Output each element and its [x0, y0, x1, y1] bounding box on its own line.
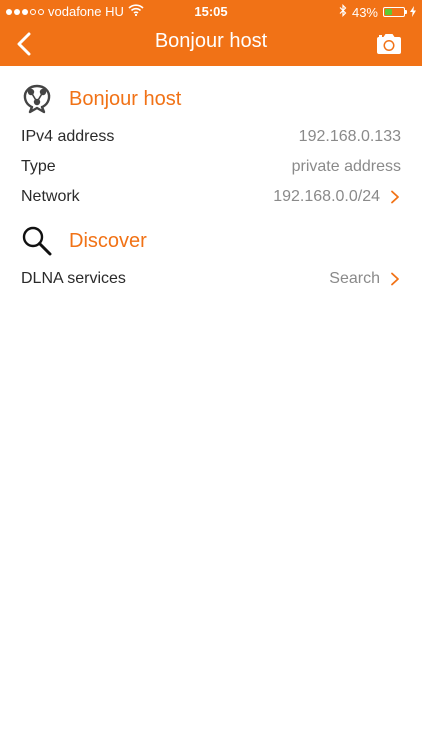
chevron-left-icon: [17, 32, 31, 56]
camera-icon: [377, 34, 401, 54]
battery-fill: [385, 9, 392, 15]
row-label: Type: [21, 158, 56, 175]
back-button[interactable]: [10, 30, 38, 58]
row-label: DLNA services: [21, 270, 126, 287]
top-bar: vodafone HU 15:05 43% Bonjour host: [0, 0, 422, 66]
status-bar: vodafone HU 15:05 43%: [0, 0, 422, 22]
section-header-bonjour: Bonjour host: [0, 76, 422, 122]
row-label: Network: [21, 188, 80, 205]
battery-icon: [383, 7, 407, 17]
row-value: private address: [291, 158, 401, 175]
bluetooth-icon: [339, 4, 347, 20]
row-network[interactable]: Network 192.168.0.0/24: [0, 182, 422, 212]
charging-bolt-icon: [410, 5, 416, 20]
content-area: Bonjour host IPv4 address 192.168.0.133 …: [0, 66, 422, 294]
row-type: Type private address: [0, 152, 422, 182]
app-screen: vodafone HU 15:05 43% Bonjour host Bonjo…: [0, 0, 422, 750]
camera-button[interactable]: [374, 30, 404, 58]
section-title-discover: Discover: [69, 229, 147, 252]
navigation-bar: Bonjour host: [0, 22, 422, 66]
status-right: 43%: [339, 4, 416, 20]
row-value: Search: [329, 270, 380, 287]
bonjour-icon: [20, 82, 54, 116]
row-ipv4-address: IPv4 address 192.168.0.133: [0, 122, 422, 152]
chevron-right-icon: [391, 272, 399, 286]
magnifier-icon: [20, 224, 54, 258]
row-value: 192.168.0.133: [298, 128, 401, 145]
battery-percent: 43%: [351, 4, 378, 20]
page-title: Bonjour host: [154, 30, 268, 52]
row-value: 192.168.0.0/24: [273, 188, 380, 205]
section-title-bonjour: Bonjour host: [69, 87, 182, 110]
row-label: IPv4 address: [21, 128, 115, 145]
chevron-right-icon: [391, 190, 399, 204]
row-dlna-services[interactable]: DLNA services Search: [0, 264, 422, 294]
section-header-discover: Discover: [0, 218, 422, 264]
